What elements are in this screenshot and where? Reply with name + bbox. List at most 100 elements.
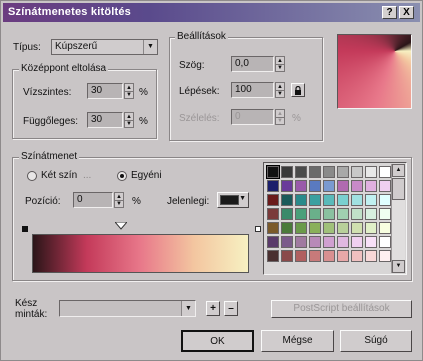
palette-swatch[interactable] [295,250,307,262]
scroll-down-icon[interactable]: ▼ [392,260,405,273]
palette-swatch[interactable] [323,236,335,248]
help-dialog-button[interactable]: Súgó [340,330,412,352]
palette-swatch[interactable] [379,180,391,192]
palette-swatch[interactable] [267,180,279,192]
palette-swatch[interactable] [281,180,293,192]
position-spinner[interactable]: ▲ ▼ [114,192,124,208]
chevron-down-icon[interactable]: ▼ [143,40,157,54]
palette-swatch[interactable] [267,194,279,206]
palette-swatch[interactable] [337,180,349,192]
add-preset-button[interactable]: + [206,301,220,316]
palette-swatch[interactable] [379,250,391,262]
palette-swatch[interactable] [323,250,335,262]
palette-swatch[interactable] [379,222,391,234]
palette-swatch[interactable] [267,208,279,220]
palette-swatch[interactable] [379,194,391,206]
horizontal-offset-input[interactable]: 30 [87,83,123,99]
palette-swatch[interactable] [281,194,293,206]
palette-swatch[interactable] [337,166,349,178]
cancel-button[interactable]: Mégse [261,330,334,352]
palette-swatch[interactable] [309,208,321,220]
palette-swatch[interactable] [351,166,363,178]
spin-down-icon[interactable]: ▼ [115,200,123,207]
chevron-down-icon[interactable]: ▼ [181,301,195,316]
palette-swatch[interactable] [267,250,279,262]
spin-down-icon[interactable]: ▼ [125,120,133,127]
palette-swatch[interactable] [309,166,321,178]
margin-input[interactable]: 0 [231,109,274,125]
palette-swatch[interactable] [337,222,349,234]
palette-swatch[interactable] [351,250,363,262]
palette-swatch[interactable] [379,236,391,248]
palette-scrollbar[interactable]: ▲ ▼ [391,164,405,273]
palette-swatch[interactable] [295,208,307,220]
palette-swatch[interactable] [295,180,307,192]
palette-swatch[interactable] [309,236,321,248]
ok-button[interactable]: OK [181,330,254,352]
palette-swatch[interactable] [365,222,377,234]
spin-down-icon[interactable]: ▼ [125,91,133,98]
remove-preset-button[interactable]: – [224,301,238,316]
spin-up-icon[interactable]: ▲ [276,83,284,90]
palette-swatch[interactable] [337,194,349,206]
palette-swatch[interactable] [309,180,321,192]
palette-swatch[interactable] [267,222,279,234]
palette-swatch[interactable] [266,165,280,179]
palette-swatch[interactable] [323,194,335,206]
steps-spinner[interactable]: ▲ ▼ [275,82,285,98]
palette-swatch[interactable] [281,208,293,220]
type-dropdown[interactable]: Kúpszerű ▼ [51,39,158,55]
postscript-options-button[interactable]: PostScript beállítások [271,300,412,318]
palette-swatch[interactable] [351,208,363,220]
start-color-marker[interactable] [22,226,28,232]
spin-up-icon[interactable]: ▲ [276,57,284,64]
vertical-offset-input[interactable]: 30 [87,112,123,128]
palette-swatch[interactable] [267,236,279,248]
palette-swatch[interactable] [365,166,377,178]
palette-swatch[interactable] [323,222,335,234]
palette-swatch[interactable] [295,166,307,178]
palette-swatch[interactable] [337,250,349,262]
help-button[interactable]: ? [382,6,397,19]
scroll-up-icon[interactable]: ▲ [392,164,405,177]
margin-spinner[interactable]: ▲ ▼ [275,109,285,125]
spin-up-icon[interactable]: ▲ [125,84,133,91]
spin-up-icon[interactable]: ▲ [115,193,123,200]
palette-swatch[interactable] [365,180,377,192]
spin-down-icon[interactable]: ▼ [276,90,284,97]
palette-swatch[interactable] [323,166,335,178]
horizontal-offset-spinner[interactable]: ▲ ▼ [124,83,134,99]
palette-swatch[interactable] [323,180,335,192]
midpoint-triangle-icon[interactable] [115,222,127,230]
palette-swatch[interactable] [295,194,307,206]
angle-spinner[interactable]: ▲ ▼ [275,56,285,72]
palette-swatch[interactable] [365,208,377,220]
palette-swatch[interactable] [281,222,293,234]
palette-swatch[interactable] [309,250,321,262]
steps-input[interactable]: 100 [231,82,274,98]
palette-swatch[interactable] [337,236,349,248]
palette-swatch[interactable] [309,222,321,234]
palette-swatch[interactable] [281,166,293,178]
spin-down-icon[interactable]: ▼ [276,64,284,71]
scroll-thumb[interactable] [392,178,405,200]
palette-swatch[interactable] [351,222,363,234]
palette-swatch[interactable] [365,236,377,248]
two-color-radio[interactable] [27,171,37,181]
palette-swatch[interactable] [351,194,363,206]
spin-up-icon[interactable]: ▲ [276,110,284,117]
position-input[interactable]: 0 [73,192,113,208]
palette-swatch[interactable] [295,236,307,248]
palette-swatch[interactable] [337,208,349,220]
close-button[interactable]: X [399,6,414,19]
end-color-marker[interactable] [255,226,261,232]
current-color-picker[interactable]: ▼ [217,192,249,208]
palette-swatch[interactable] [365,194,377,206]
presets-dropdown[interactable]: ▼ [59,300,196,317]
palette-swatch[interactable] [351,236,363,248]
palette-swatch[interactable] [281,250,293,262]
vertical-offset-spinner[interactable]: ▲ ▼ [124,112,134,128]
palette-swatch[interactable] [309,194,321,206]
palette-swatch[interactable] [281,236,293,248]
palette-swatch[interactable] [379,166,391,178]
